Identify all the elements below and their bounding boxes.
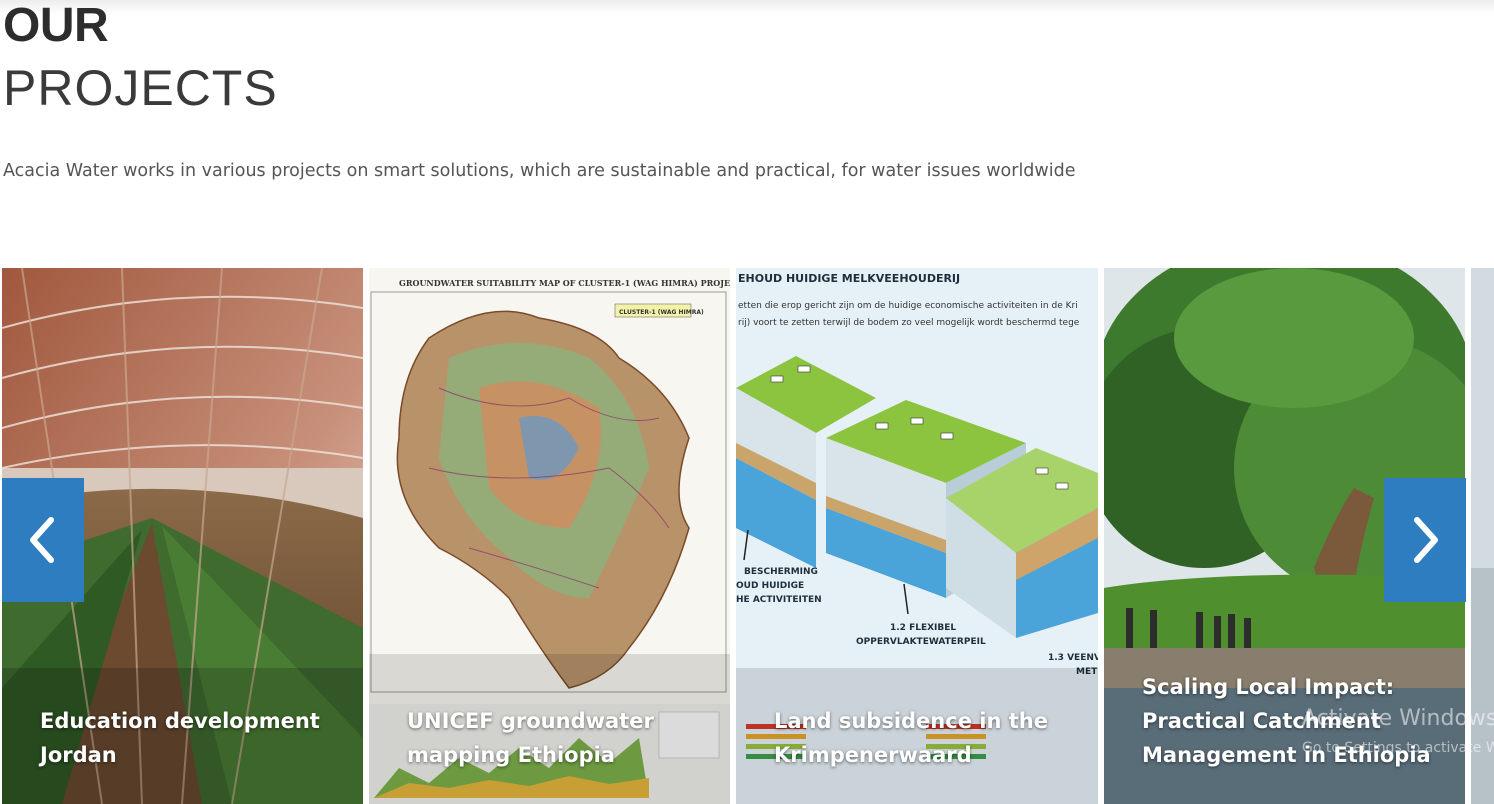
infographic-line2: rij) voort te zetten terwijl de bodem zo… bbox=[738, 318, 1080, 328]
project-card-title[interactable]: Education development Jordan bbox=[40, 704, 339, 772]
chevron-right-icon bbox=[1414, 517, 1438, 563]
project-card-unicef-ethiopia[interactable]: GROUNDWATER SUITABILITY MAP OF CLUSTER-1… bbox=[369, 268, 730, 804]
infographic-line1: etten die erop gericht zijn om de huidig… bbox=[738, 301, 1078, 311]
os-activation-watermark: Activate Windows bbox=[1302, 706, 1494, 731]
infographic-heading: EHOUD HUIDIGE MELKVEEHOUDERIJ bbox=[738, 272, 960, 285]
label-b1: 1.2 FLEXIBEL bbox=[890, 623, 956, 633]
map-heading: GROUNDWATER SUITABILITY MAP OF CLUSTER-1… bbox=[399, 278, 730, 288]
section-title-light: PROJECTS bbox=[3, 60, 278, 116]
projects-carousel: Education development Jordan GROUNDWATER… bbox=[0, 268, 1494, 804]
carousel-next-button[interactable] bbox=[1384, 478, 1466, 602]
section-title-bold: OUR bbox=[3, 0, 109, 52]
label-a3: HE ACTIVITEITEN bbox=[736, 595, 822, 605]
chevron-left-icon bbox=[30, 517, 54, 563]
project-card-title[interactable]: UNICEF groundwater mapping Ethiopia bbox=[407, 704, 706, 772]
label-c1: 1.3 VEENV bbox=[1048, 653, 1098, 663]
projects-page: OUR PROJECTS Acacia Water works in vario… bbox=[0, 0, 1494, 804]
section-intro: Acacia Water works in various projects o… bbox=[3, 161, 1076, 181]
project-card-title[interactable]: Land subsidence in the Krimpenerwaard bbox=[774, 704, 1074, 772]
os-activation-hint: Go to Settings to activate Windows. bbox=[1302, 740, 1494, 756]
project-card-krimpenerwaard[interactable]: EHOUD HUIDIGE MELKVEEHOUDERIJ etten die … bbox=[736, 268, 1098, 804]
label-a1: BESCHERMING bbox=[744, 567, 818, 577]
label-b2: OPPERVLAKTEWATERPEIL bbox=[856, 637, 986, 647]
carousel-prev-button[interactable] bbox=[2, 478, 84, 602]
label-a2: OUD HUIDIGE bbox=[736, 581, 804, 591]
map-legend-label: CLUSTER-1 (WAG HIMRA) bbox=[619, 309, 704, 316]
header-shadow bbox=[0, 0, 1494, 14]
